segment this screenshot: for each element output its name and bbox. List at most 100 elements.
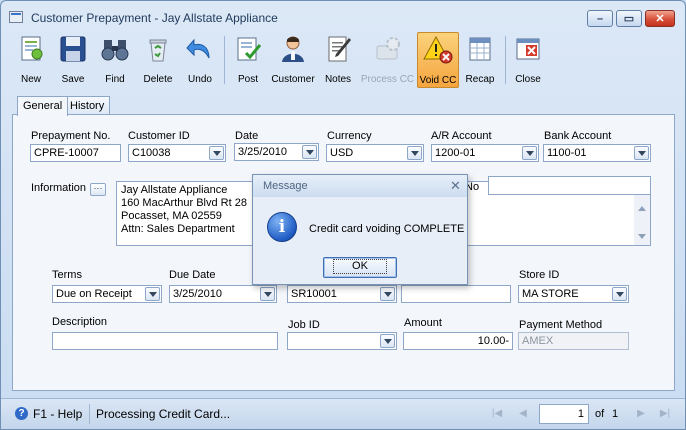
recap-table-icon	[469, 37, 491, 61]
find-button[interactable]: Find	[94, 32, 136, 88]
chevron-down-icon[interactable]	[407, 146, 422, 160]
minimize-button[interactable]: –	[587, 10, 613, 27]
floppy-disk-icon	[60, 36, 86, 62]
currency-select[interactable]: USD	[326, 144, 424, 162]
recap-button[interactable]: Recap	[460, 32, 500, 88]
tab-general[interactable]: General	[17, 96, 69, 116]
maximize-button[interactable]: ▭	[616, 10, 642, 27]
find-label: Find	[105, 74, 125, 85]
dialog-ok-label: OK	[333, 259, 387, 274]
next-record-icon[interactable]: ▶	[635, 408, 647, 420]
scroll-up-icon[interactable]	[638, 206, 646, 211]
save-label: Save	[61, 74, 85, 85]
payment-method-field: AMEX	[518, 332, 629, 350]
chevron-down-icon[interactable]	[145, 287, 160, 301]
recycle-bin-icon	[149, 39, 167, 62]
undo-button[interactable]: Undo	[180, 32, 220, 88]
void-cc-warning-icon	[423, 35, 453, 64]
information-ellipsis-button[interactable]: ···	[90, 183, 106, 196]
close-icon: ✕	[655, 13, 665, 25]
chevron-down-icon[interactable]	[634, 146, 649, 160]
new-button[interactable]: New	[10, 32, 52, 88]
description-field[interactable]	[52, 332, 278, 350]
chevron-down-icon[interactable]	[302, 145, 317, 159]
partial-hidden-field[interactable]	[401, 285, 511, 303]
undo-label: Undo	[188, 74, 212, 85]
prepayment-no-field[interactable]: CPRE-10007	[30, 144, 121, 162]
scroll-down-icon[interactable]	[638, 234, 646, 239]
window-close-button[interactable]: ✕	[645, 10, 675, 27]
first-record-icon[interactable]: |◀	[491, 408, 503, 420]
due-date-value: 3/25/2010	[173, 288, 222, 300]
post-checklist-icon	[237, 37, 262, 61]
page-of-label: of	[595, 408, 605, 420]
date-value: 3/25/2010	[238, 146, 287, 158]
bank-account-select[interactable]: 1100-01	[543, 144, 651, 162]
help-shortcut[interactable]: F1 - Help	[33, 407, 82, 421]
customer-label: Customer	[271, 74, 315, 85]
status-separator	[89, 404, 90, 424]
date-label: Date	[235, 130, 259, 142]
toolbar-separator	[505, 36, 506, 84]
ar-account-value: 1200-01	[435, 147, 476, 159]
terms-label: Terms	[52, 269, 82, 281]
customer-id-label: Customer ID	[128, 130, 190, 142]
information-label: Information	[31, 182, 87, 194]
store-id-label: Store ID	[519, 269, 560, 281]
customer-id-select[interactable]: C10038	[128, 144, 226, 162]
dialog-close-icon[interactable]: ✕	[450, 178, 461, 193]
salesperson-select[interactable]: SR10001	[287, 285, 397, 303]
chevron-down-icon[interactable]	[260, 287, 275, 301]
status-message: Processing Credit Card...	[96, 407, 231, 421]
terms-select[interactable]: Due on Receipt	[52, 285, 162, 303]
chevron-down-icon[interactable]	[612, 287, 627, 301]
post-button[interactable]: Post	[228, 32, 268, 88]
post-label: Post	[237, 74, 258, 85]
page-number-input[interactable]: 1	[539, 404, 589, 424]
notes-label: Notes	[324, 74, 352, 85]
chevron-down-icon[interactable]	[522, 146, 537, 160]
tab-history[interactable]: History	[64, 96, 111, 115]
amount-label: Amount	[404, 317, 442, 329]
bank-account-value: 1100-01	[547, 147, 587, 159]
amount-field[interactable]: 10.00-	[403, 332, 513, 350]
terms-value: Due on Receipt	[56, 288, 132, 300]
job-id-label: Job ID	[288, 319, 320, 331]
process-cc-label: Process CC	[360, 74, 415, 85]
ar-account-label: A/R Account	[431, 130, 492, 142]
new-document-icon	[21, 36, 43, 61]
chevron-down-icon[interactable]	[380, 287, 395, 301]
date-field[interactable]: 3/25/2010	[234, 143, 319, 161]
previous-record-icon[interactable]: ◀	[517, 408, 529, 420]
delete-button[interactable]: Delete	[136, 32, 180, 88]
due-date-label: Due Date	[169, 269, 216, 281]
dialog-message: Credit card voiding COMPLETE	[309, 223, 465, 235]
close-toolbar-button[interactable]: Close	[509, 32, 547, 88]
payment-method-label: Payment Method	[519, 319, 603, 331]
currency-value: USD	[330, 147, 354, 159]
store-id-select[interactable]: MA STORE	[518, 285, 629, 303]
app-window-icon	[9, 11, 23, 23]
page-total: 1	[612, 408, 619, 420]
dialog-ok-button[interactable]: OK	[323, 257, 397, 278]
chevron-down-icon[interactable]	[209, 146, 224, 160]
window-title: Customer Prepayment - Jay Allstate Appli…	[31, 11, 278, 25]
save-button[interactable]: Save	[52, 32, 94, 88]
due-date-field[interactable]: 3/25/2010	[169, 285, 277, 303]
ar-account-select[interactable]: 1200-01	[431, 144, 539, 162]
close-window-icon	[516, 38, 540, 60]
process-cc-button[interactable]: Process CC	[359, 32, 416, 88]
customer-button[interactable]: Customer	[268, 32, 318, 88]
po-no-field[interactable]	[488, 176, 651, 195]
toolbar-separator	[224, 36, 225, 84]
last-record-icon[interactable]: ▶|	[659, 408, 671, 420]
store-id-value: MA STORE	[522, 288, 579, 300]
help-icon[interactable]: ?	[15, 407, 28, 420]
notes-pencil-icon	[328, 36, 351, 62]
toolbar: New Save Find Delete Undo Post Customer …	[10, 32, 680, 88]
notes-button[interactable]: Notes	[318, 32, 358, 88]
void-cc-button[interactable]: Void CC	[417, 32, 459, 88]
info-icon: i	[267, 212, 297, 242]
chevron-down-icon[interactable]	[380, 334, 395, 348]
job-id-select[interactable]	[287, 332, 397, 350]
